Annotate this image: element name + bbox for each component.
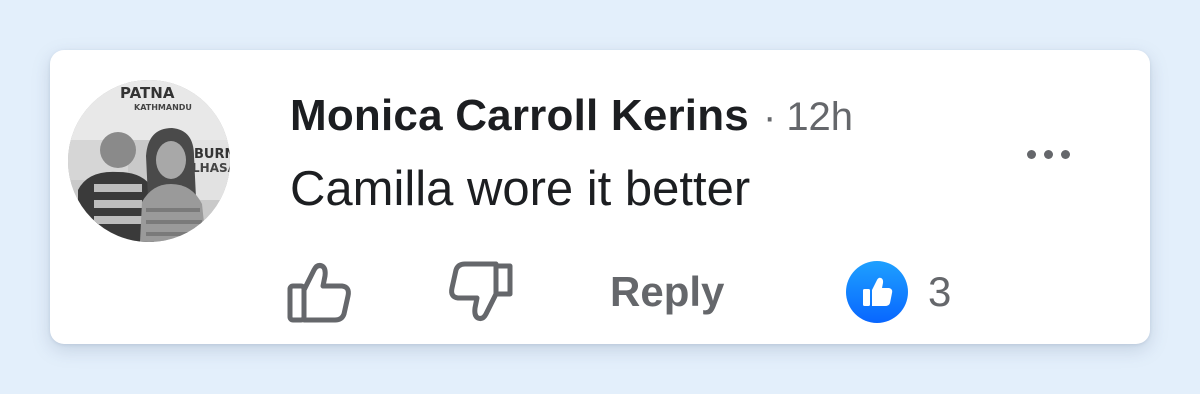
svg-text:KATHMANDU: KATHMANDU: [134, 103, 192, 112]
more-options-icon[interactable]: [1016, 138, 1080, 170]
comment-actions: Reply 3: [284, 256, 1044, 326]
dislike-button[interactable]: [444, 256, 516, 328]
author-name[interactable]: Monica Carroll Kerins: [290, 91, 749, 140]
like-reaction-icon: [846, 261, 908, 323]
reaction-count: 3: [928, 268, 952, 315]
thumbs-down-outline-icon: [449, 261, 513, 321]
like-button[interactable]: [284, 256, 356, 328]
thumbs-up-filled-icon: [863, 277, 893, 306]
comment-card: PATNA KATHMANDU BURN LHASA Monica Carrol…: [50, 50, 1150, 344]
more-dot: [1043, 149, 1053, 159]
more-dot: [1060, 149, 1070, 159]
svg-text:BURN: BURN: [194, 147, 230, 162]
more-dot: [1026, 149, 1036, 159]
avatar[interactable]: PATNA KATHMANDU BURN LHASA: [68, 80, 230, 242]
timestamp[interactable]: 12h: [786, 95, 853, 139]
avatar-photo: PATNA KATHMANDU BURN LHASA: [68, 80, 230, 242]
thumbs-up-outline-icon: [287, 263, 351, 323]
comment-header: Monica Carroll Kerins · 12h: [290, 88, 853, 144]
separator-dot: ·: [762, 95, 777, 139]
reaction-summary[interactable]: 3: [846, 260, 951, 324]
svg-text:LHASA: LHASA: [192, 161, 230, 175]
reply-button[interactable]: Reply: [610, 266, 724, 318]
svg-text:PATNA: PATNA: [120, 84, 175, 102]
comment-text: Camilla wore it better: [290, 162, 751, 216]
